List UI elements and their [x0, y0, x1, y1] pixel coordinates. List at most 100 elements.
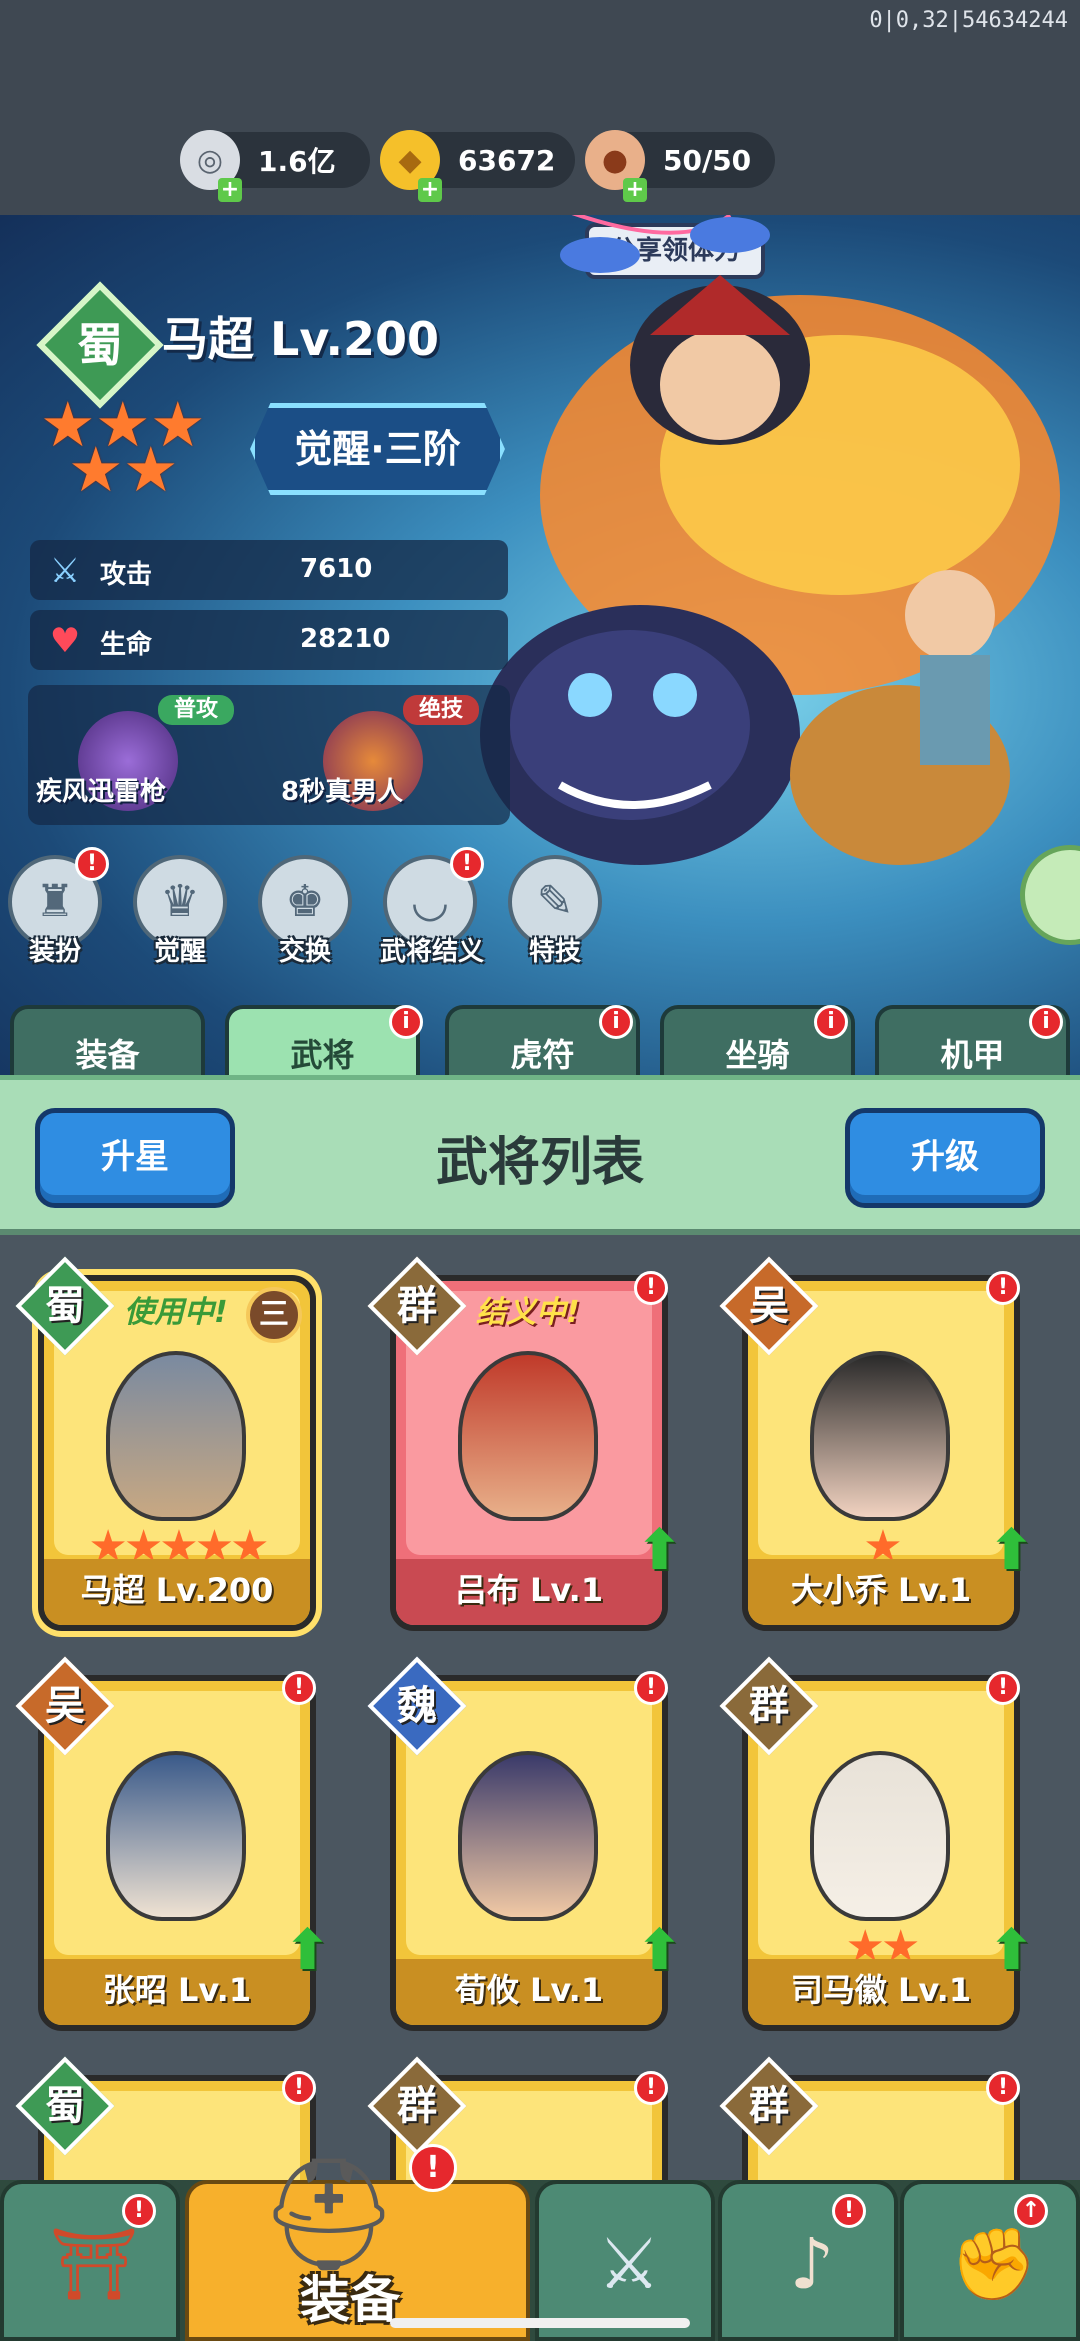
alert-badge: ↑: [1014, 2194, 1048, 2228]
general-portrait: [106, 1351, 246, 1521]
attack-stat: ⚔ 攻击 7610: [30, 540, 508, 600]
normal-attack-skill[interactable]: 普攻 疾风迅雷枪: [28, 685, 248, 825]
star-icon: ★: [68, 433, 124, 506]
alert-badge: !: [450, 847, 484, 881]
skills-panel: 普攻 疾风迅雷枪 绝技 8秒真男人: [28, 685, 510, 825]
alert-badge: !: [634, 2071, 668, 2105]
general-name: 马超 Lv.200: [44, 1559, 310, 1625]
generals-grid: ★★★★★ 马超 Lv.200 蜀 使用中! 三 吕布 Lv.1 群 结义中! …: [0, 1240, 1080, 2180]
skill-tag: 绝技: [403, 695, 480, 725]
general-card[interactable]: ★★★★★ 马超 Lv.200 蜀 使用中! 三: [15, 1256, 316, 1631]
upgrade-arrow-icon: ⬆: [636, 1518, 683, 1583]
tab-mount[interactable]: 坐骑 i: [660, 1005, 855, 1083]
sword-icon: ⚔: [49, 551, 81, 591]
crossed-swords-icon: ⚔: [597, 2223, 661, 2305]
general-card[interactable]: ★★ 司马徽 Lv.1 群 ! ⬆: [719, 1656, 1035, 2031]
upgrade-arrow-icon: ⬆: [636, 1918, 683, 1983]
helmet-icon: ⛑: [259, 2150, 399, 2278]
awaken-button[interactable]: ♛ 觉醒: [130, 855, 230, 975]
sworn-label: 结义中!: [476, 1295, 580, 1330]
gate-icon: ⛩: [49, 2223, 139, 2305]
health-value: 28210: [300, 624, 391, 654]
general-card[interactable]: 群 !: [719, 2056, 1020, 2180]
alert-badge: !: [986, 2071, 1020, 2105]
upgrade-arrow-icon: ⬆: [988, 1918, 1035, 1983]
hero-actions: ♜ 装扮 ! ♛ 觉醒 ♚ 交换 ◡ 武将结义 ! ✎ 特技: [0, 847, 620, 975]
general-portrait: [106, 1751, 246, 1921]
alert-badge: !: [832, 2194, 866, 2228]
top-bar: 0|0,32|54634244 ◎ 1.6亿 + ◆ 63672 + ● 50/…: [0, 0, 1080, 215]
nav-upgrade[interactable]: ✊ ↑: [900, 2180, 1080, 2341]
level-up-button[interactable]: 升级: [845, 1108, 1045, 1208]
stamina-value: 50/50: [663, 143, 752, 177]
tab-mecha[interactable]: 机甲 i: [875, 1005, 1070, 1083]
tab-equipment[interactable]: 装备: [10, 1005, 205, 1083]
general-card[interactable]: 吕布 Lv.1 群 结义中! ! ⬆: [367, 1256, 683, 1631]
special-skill-button[interactable]: ✎ 特技: [505, 855, 605, 975]
alert-badge: !: [282, 1671, 316, 1705]
skill-name: 8秒真男人: [281, 777, 404, 807]
alert-badge: !: [634, 1271, 668, 1305]
awaken-rank-badge: 三: [246, 1287, 302, 1343]
category-tabs: 装备 武将 i 虎符 i 坐骑 i 机甲 i: [0, 1005, 1080, 1083]
general-card[interactable]: ★ 大小乔 Lv.1 吴 ! ⬆: [719, 1256, 1035, 1631]
debug-readout: 0|0,32|54634244: [869, 8, 1068, 33]
tab-tiger-tally[interactable]: 虎符 i: [445, 1005, 640, 1083]
horn-icon: ♪: [789, 2223, 835, 2305]
general-card[interactable]: 荀攸 Lv.1 魏 ! ⬆: [367, 1656, 683, 2031]
hero-name: 马超 Lv.200: [162, 312, 440, 366]
general-name: 吕布 Lv.1: [396, 1559, 662, 1625]
alert-badge: !: [986, 1671, 1020, 1705]
attack-value: 7610: [300, 554, 373, 584]
alert-badge: !: [986, 1271, 1020, 1305]
nav-battle[interactable]: ⚔: [535, 2180, 715, 2341]
hero-panel: 分享领体力 蜀 马超 Lv.200 ★ ★ ★ ★ ★ 觉醒·三阶 ⚔ 攻击 7…: [0, 215, 1080, 1075]
heart-icon: ♥: [49, 621, 81, 661]
general-card[interactable]: 张昭 Lv.1 吴 ! ⬆: [15, 1656, 331, 2031]
alert-badge: !: [282, 2071, 316, 2105]
general-portrait: [810, 1751, 950, 1921]
alert-badge: !: [75, 847, 109, 881]
alert-badge: !: [634, 1671, 668, 1705]
silver-resource[interactable]: ◎ 1.6亿 +: [180, 130, 370, 202]
tab-generals[interactable]: 武将 i: [225, 1005, 423, 1083]
nav-home[interactable]: ⛩ !: [0, 2180, 180, 2341]
nav-active-label: 装备: [300, 2271, 400, 2329]
info-badge: i: [814, 1005, 848, 1039]
general-portrait: [458, 1751, 598, 1921]
alert-badge: !: [122, 2194, 156, 2228]
ultimate-skill[interactable]: 绝技 8秒真男人: [273, 685, 493, 825]
health-stat: ♥ 生命 28210: [30, 610, 508, 670]
add-stamina-button[interactable]: +: [623, 178, 647, 202]
sworn-brothers-button[interactable]: ◡ 武将结义 !: [380, 847, 484, 975]
upgrade-arrow-icon: ⬆: [988, 1518, 1035, 1583]
info-badge: i: [1029, 1005, 1063, 1039]
outfit-button[interactable]: ♜ 装扮 !: [5, 847, 109, 975]
fist-icon: ✊: [950, 2223, 1038, 2305]
info-badge: i: [389, 1005, 423, 1039]
gold-value: 63672: [458, 143, 556, 177]
skill-tag: 普攻: [158, 695, 235, 725]
general-name: 荀攸 Lv.1: [396, 1959, 662, 2025]
swap-button[interactable]: ♚ 交换: [255, 855, 355, 975]
add-silver-button[interactable]: +: [218, 178, 242, 202]
alert-badge: !: [409, 2144, 457, 2192]
bottom-nav: ⛩ ! ⛑ ! 装备 ⚔ ♪ ! ✊ ↑: [0, 2144, 1080, 2341]
gold-resource[interactable]: ◆ 63672 +: [380, 130, 575, 202]
generals-list-header: 升星 武将列表 升级: [0, 1075, 1080, 1235]
stamina-resource[interactable]: ● 50/50 +: [585, 130, 775, 202]
nav-horn[interactable]: ♪ !: [718, 2180, 898, 2341]
star-icon: ★: [123, 433, 179, 506]
attack-label: 攻击: [100, 560, 153, 590]
add-gold-button[interactable]: +: [418, 178, 442, 202]
home-indicator[interactable]: [390, 2318, 690, 2328]
general-name: 张昭 Lv.1: [44, 1959, 310, 2025]
awaken-stage-badge[interactable]: 觉醒·三阶: [250, 403, 505, 495]
general-name: 司马徽 Lv.1: [748, 1959, 1014, 2025]
in-use-label: 使用中!: [124, 1295, 228, 1330]
general-portrait: [810, 1351, 950, 1521]
info-badge: i: [599, 1005, 633, 1039]
upgrade-arrow-icon: ⬆: [284, 1918, 331, 1983]
health-label: 生命: [100, 630, 153, 660]
skill-name: 疾风迅雷枪: [36, 777, 167, 807]
